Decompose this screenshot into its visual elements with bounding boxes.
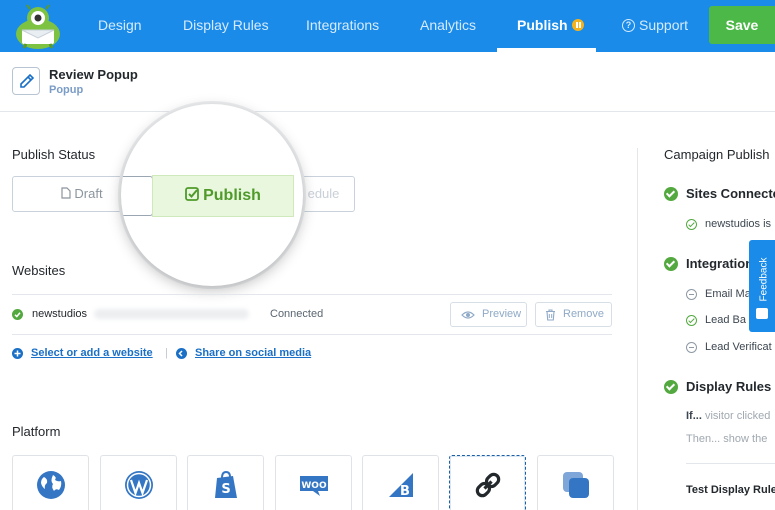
preview-button[interactable]: Preview: [450, 302, 527, 327]
draft-button-edge: [121, 176, 153, 216]
integration-item: Lead Ba: [705, 314, 746, 326]
remove-button[interactable]: Remove: [535, 302, 612, 327]
edit-title-button[interactable]: [12, 67, 40, 95]
platform-tile-wordpress[interactable]: [100, 455, 177, 510]
platform-tile-globe[interactable]: [12, 455, 89, 510]
feedback-tab[interactable]: Feedback: [749, 240, 775, 332]
connection-status: Connected: [270, 308, 324, 320]
svg-text:B: B: [400, 484, 410, 499]
plus-circle-icon: [12, 348, 23, 359]
layers-icon: [563, 472, 589, 498]
rule-if-line: If... visitor clicked: [686, 410, 770, 422]
divider: [12, 334, 612, 335]
campaign-type: Popup: [49, 84, 84, 96]
check-small-icon: [686, 315, 697, 326]
remove-label: Remove: [563, 308, 604, 320]
platform-tile-layers[interactable]: [537, 455, 614, 510]
check-square-icon: [185, 187, 200, 201]
site-name: newstudios: [32, 308, 88, 320]
integrations-heading: Integration: [686, 256, 754, 271]
save-button[interactable]: Save: [709, 6, 775, 44]
magnifier-lens: Publish: [121, 104, 303, 286]
then-prefix: Then...: [686, 433, 721, 445]
publish-label: Publish: [203, 187, 261, 204]
feedback-label: Feedback: [758, 257, 770, 302]
blurred-domain: [94, 309, 249, 319]
select-website-link[interactable]: Select or add a website: [31, 347, 153, 359]
tab-publish-label: Publish: [517, 17, 568, 33]
link-icon: [475, 472, 501, 498]
platform-tile-link[interactable]: [449, 455, 526, 510]
tab-analytics[interactable]: Analytics: [420, 0, 476, 52]
wordpress-icon: [125, 471, 153, 499]
websites-label: Websites: [12, 263, 66, 278]
if-prefix: If...: [686, 410, 702, 422]
platform-tile-woocommerce[interactable]: WOO: [275, 455, 352, 510]
integration-item: Lead Verificat: [705, 341, 772, 353]
then-text: show the: [720, 433, 768, 445]
file-icon: [61, 187, 72, 199]
bigcommerce-icon: B: [389, 473, 413, 499]
tab-display-rules[interactable]: Display Rules: [183, 0, 269, 52]
link-separator: |: [165, 347, 168, 359]
eye-icon: [461, 311, 475, 319]
publish-button[interactable]: Publish: [152, 175, 294, 217]
page-title: Review Popup: [49, 67, 138, 82]
pencil-icon: [20, 73, 35, 88]
chat-icon: [756, 308, 768, 319]
draft-label: Draft: [74, 186, 103, 201]
campaign-publish-title: Campaign Publish: [664, 147, 770, 162]
share-social-link[interactable]: Share on social media: [195, 347, 311, 359]
shopify-icon: S: [215, 470, 237, 498]
platform-tile-bigcommerce[interactable]: B: [362, 455, 439, 510]
test-display-rules-heading: Test Display Rule: [686, 484, 775, 496]
tab-design[interactable]: Design: [98, 0, 142, 52]
support-link[interactable]: ? Support: [622, 0, 688, 52]
platform-tile-shopify[interactable]: S: [187, 455, 264, 510]
support-label: Support: [639, 17, 689, 33]
optinmonster-logo[interactable]: [12, 4, 64, 50]
minus-circle-icon: [686, 289, 697, 300]
check-circle-icon: [664, 257, 678, 271]
woocommerce-icon: WOO: [300, 476, 328, 496]
site-connected-item: newstudios is: [705, 218, 772, 230]
svg-text:S: S: [221, 482, 230, 497]
panel-divider: [637, 148, 638, 510]
top-nav: Design Display Rules Integrations Analyt…: [0, 0, 775, 52]
campaign-header: Review Popup Popup: [0, 52, 775, 112]
woo-text: WOO: [301, 481, 327, 491]
trash-icon: [546, 309, 555, 321]
connected-check-icon: [12, 309, 23, 320]
tab-publish[interactable]: Publish: [517, 0, 584, 52]
publish-status-label: Publish Status: [12, 147, 96, 162]
globe-icon: [37, 471, 65, 499]
preview-label: Preview: [482, 308, 522, 320]
rule-then-line: Then... show the: [686, 433, 767, 445]
divider: [12, 294, 612, 295]
divider: [686, 463, 775, 464]
check-circle-icon: [664, 380, 678, 394]
integration-item: Email Ma: [705, 288, 751, 300]
check-small-icon: [686, 219, 697, 230]
display-rules-heading: Display Rules S: [686, 379, 775, 394]
pause-icon: [571, 19, 584, 32]
platform-label: Platform: [12, 424, 61, 439]
share-circle-icon: [176, 348, 187, 359]
minus-circle-icon: [686, 342, 697, 353]
check-circle-icon: [664, 187, 678, 201]
if-text: visitor clicked: [701, 410, 771, 422]
question-circle-icon: ?: [622, 18, 635, 32]
tab-integrations[interactable]: Integrations: [306, 0, 379, 52]
sites-connected-heading: Sites Connecte: [686, 186, 775, 201]
